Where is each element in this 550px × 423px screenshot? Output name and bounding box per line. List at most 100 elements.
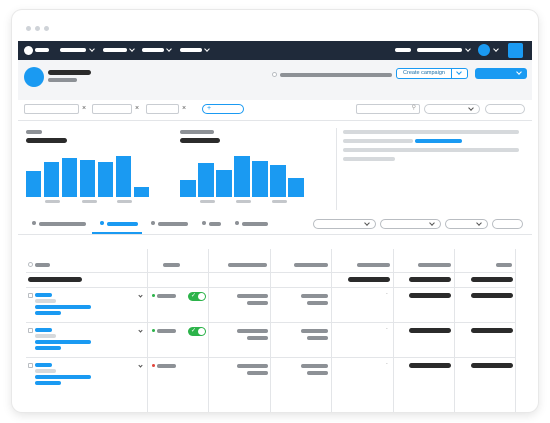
row-value (471, 293, 513, 298)
nav-brand[interactable] (35, 48, 49, 52)
column-header[interactable] (228, 263, 267, 267)
row-checkbox[interactable] (28, 363, 33, 368)
close-icon[interactable]: × (133, 105, 141, 113)
insight-text-line (343, 157, 395, 161)
row-value (307, 371, 328, 375)
logo-icon[interactable] (24, 46, 33, 55)
row-checkbox[interactable] (28, 328, 33, 333)
account-name (48, 70, 91, 75)
column-divider (393, 249, 394, 412)
tab-3[interactable] (158, 222, 188, 226)
totals-value (348, 277, 390, 282)
window-dot (35, 26, 40, 31)
row-toggle[interactable]: ✓ (188, 327, 206, 336)
chevron-down-icon[interactable] (138, 293, 143, 298)
row-detail-link[interactable] (35, 346, 61, 350)
create-campaign-button[interactable]: Create campaign (396, 68, 452, 79)
row-detail-link[interactable] (35, 305, 91, 309)
row-value (301, 329, 328, 333)
close-icon[interactable]: × (180, 105, 188, 113)
row-detail-link[interactable] (35, 375, 91, 379)
status-radio[interactable] (272, 72, 277, 77)
column-divider (515, 249, 516, 412)
chevron-down-icon[interactable] (138, 328, 143, 333)
column-header[interactable] (35, 263, 50, 267)
row-name-link[interactable] (35, 293, 52, 297)
nav-menu-1[interactable] (60, 48, 86, 52)
row-status-text (157, 294, 176, 298)
filter-bar: × × × + ⚲ (18, 100, 532, 120)
chevron-down-icon[interactable] (138, 363, 143, 368)
chart2-label (180, 130, 214, 134)
create-campaign-dropdown[interactable] (452, 68, 468, 79)
row-value (237, 294, 268, 298)
chart1-bar (26, 171, 41, 197)
chevron-down-icon (465, 46, 471, 52)
row-divider (26, 272, 515, 273)
column-header[interactable] (357, 263, 390, 267)
row-checkbox[interactable] (28, 293, 33, 298)
row-meta (35, 369, 56, 373)
check-icon: ✓ (191, 293, 197, 299)
totals-value (409, 277, 451, 282)
tab-1[interactable] (39, 222, 86, 226)
table-dropdown[interactable] (445, 219, 488, 229)
tab-4[interactable] (209, 222, 221, 226)
tab-5[interactable] (242, 222, 268, 226)
row-empty-value: - (386, 361, 388, 367)
column-divider (331, 249, 332, 412)
chart1-bar (134, 187, 149, 197)
row-value (301, 364, 328, 368)
row-detail-link[interactable] (35, 381, 61, 385)
window-dot (44, 26, 49, 31)
search-input[interactable]: ⚲ (356, 104, 420, 114)
row-detail-link[interactable] (35, 311, 61, 315)
date-range-dropdown[interactable] (424, 104, 480, 114)
column-header[interactable] (418, 263, 451, 267)
divider (18, 234, 532, 235)
row-toggle[interactable]: ✓ (188, 292, 206, 301)
select-all-checkbox[interactable] (28, 262, 33, 267)
table-dropdown[interactable] (313, 219, 376, 229)
tab-2-active[interactable] (107, 222, 138, 226)
column-header[interactable] (294, 263, 328, 267)
row-value (301, 294, 328, 298)
filter-field[interactable] (146, 104, 179, 114)
filter-field[interactable] (92, 104, 132, 114)
chevron-down-icon (204, 46, 210, 52)
account-subtitle (48, 78, 77, 82)
column-header[interactable] (163, 263, 180, 267)
chart2-bar (252, 161, 268, 197)
nav-link[interactable] (395, 48, 411, 52)
window-controls (26, 26, 49, 31)
nav-account-menu[interactable] (417, 48, 462, 52)
user-avatar[interactable] (478, 44, 490, 56)
status-dot (152, 294, 155, 297)
row-name-link[interactable] (35, 363, 52, 367)
table-options-button[interactable] (492, 219, 523, 229)
view-options-button[interactable] (485, 104, 525, 114)
nav-menu-2[interactable] (103, 48, 127, 52)
primary-action-button[interactable] (475, 68, 527, 79)
insight-text-line (343, 139, 413, 143)
close-icon[interactable]: × (80, 105, 88, 113)
table-dropdown[interactable] (380, 219, 441, 229)
add-filter-button[interactable]: + (202, 104, 244, 114)
filter-field[interactable] (24, 104, 79, 114)
app-switcher-button[interactable] (508, 43, 523, 58)
nav-menu-4[interactable] (180, 48, 202, 52)
row-detail-link[interactable] (35, 340, 91, 344)
row-divider (26, 287, 515, 288)
divider (336, 128, 337, 210)
chart1-bar (98, 162, 113, 197)
row-name-link[interactable] (35, 328, 52, 332)
row-status-text (157, 329, 176, 333)
insight-link[interactable] (415, 139, 462, 143)
chart2-tick-label (236, 200, 251, 203)
chevron-down-icon (129, 46, 135, 52)
row-value (409, 363, 451, 368)
chart2-bar (180, 180, 196, 197)
nav-menu-3[interactable] (142, 48, 164, 52)
chevron-down-icon (166, 46, 172, 52)
column-header[interactable] (496, 263, 512, 267)
